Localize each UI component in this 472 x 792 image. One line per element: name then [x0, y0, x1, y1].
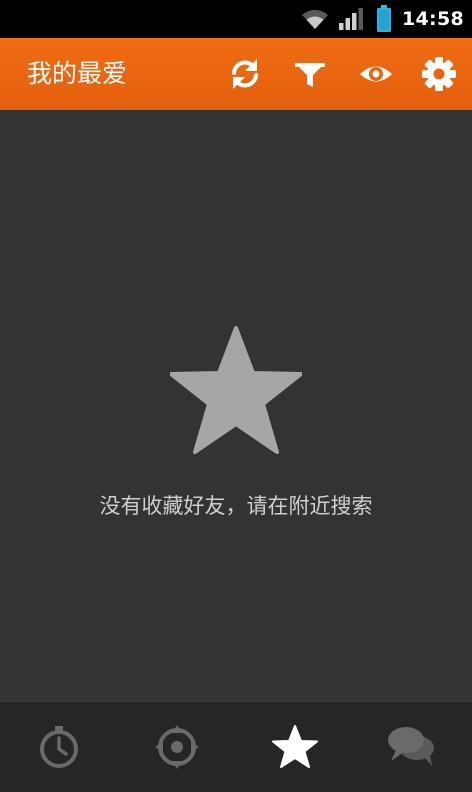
tab-nearby[interactable]: [118, 702, 236, 792]
filter-button[interactable]: [288, 52, 332, 96]
status-icons: 14:58: [300, 0, 472, 38]
view-button[interactable]: [354, 52, 398, 96]
signal-icon: [338, 7, 366, 31]
star-icon: [169, 326, 303, 454]
chat-bubbles-icon: [388, 727, 434, 766]
stopwatch-icon: [40, 726, 78, 768]
gear-icon: [422, 57, 456, 91]
status-bar: 14:58: [0, 0, 472, 38]
refresh-icon: [232, 59, 258, 89]
eye-icon: [360, 66, 392, 82]
star-icon: [272, 725, 318, 768]
favorites-content: 没有收藏好友，请在附近搜索: [0, 110, 472, 702]
empty-state-icon: [169, 326, 303, 460]
wifi-icon: [300, 7, 330, 31]
settings-button[interactable]: [417, 52, 461, 96]
status-clock: 14:58: [402, 8, 464, 30]
empty-state-message: 没有收藏好友，请在附近搜索: [99, 494, 373, 518]
tab-recent[interactable]: [0, 702, 118, 792]
tab-messages[interactable]: [354, 702, 472, 792]
action-bar: 我的最爱: [0, 38, 472, 110]
tab-favorites[interactable]: [236, 702, 354, 792]
battery-icon: [376, 5, 392, 33]
tab-bar: [0, 702, 472, 792]
refresh-button[interactable]: [223, 52, 267, 96]
crosshair-icon: [155, 725, 199, 769]
filter-icon: [295, 63, 325, 87]
page-title: 我的最爱: [27, 59, 128, 88]
